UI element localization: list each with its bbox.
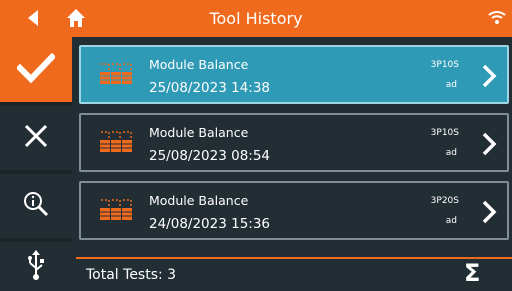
cancel-button[interactable] [0,106,72,170]
record-user: ad [445,148,457,158]
record-config: 3P10S [430,60,459,70]
title-bar: Tool History [0,0,512,37]
list-item[interactable]: Module Balance 25/08/2023 08:54 3P10S ad [79,113,509,172]
list-item[interactable]: Module Balance 24/08/2023 15:36 3P20S ad [79,181,509,240]
battery-module-icon [98,197,134,225]
record-date: 24/08/2023 15:36 [149,216,271,232]
record-config: 3P10S [430,128,459,138]
battery-module-icon [98,129,134,157]
usb-icon [26,249,46,284]
record-user: ad [445,80,457,90]
record-name: Module Balance [149,193,249,208]
chevron-right-icon[interactable] [481,200,497,228]
record-name: Module Balance [149,125,249,140]
wifi-icon [488,9,506,29]
magnifier-icon [23,191,49,221]
record-config: 3P20S [430,196,459,206]
footer-bar: Total Tests: 3 Σ [76,257,512,291]
checkmark-icon [15,52,57,87]
sidebar [0,37,72,291]
close-icon [24,124,48,152]
chevron-right-icon[interactable] [481,64,497,92]
battery-module-icon [98,61,134,89]
total-tests-label: Total Tests: 3 [86,267,177,283]
accept-button[interactable] [0,37,72,102]
page-title: Tool History [209,9,303,28]
record-user: ad [445,216,457,226]
sum-button[interactable]: Σ [464,259,480,287]
inspect-button[interactable] [0,174,72,238]
list-item[interactable]: Module Balance 25/08/2023 14:38 3P10S ad [79,45,509,104]
usb-export-button[interactable] [0,242,72,291]
record-name: Module Balance [149,57,249,72]
chevron-right-icon[interactable] [481,132,497,160]
record-date: 25/08/2023 08:54 [149,148,271,164]
record-date: 25/08/2023 14:38 [149,80,271,96]
